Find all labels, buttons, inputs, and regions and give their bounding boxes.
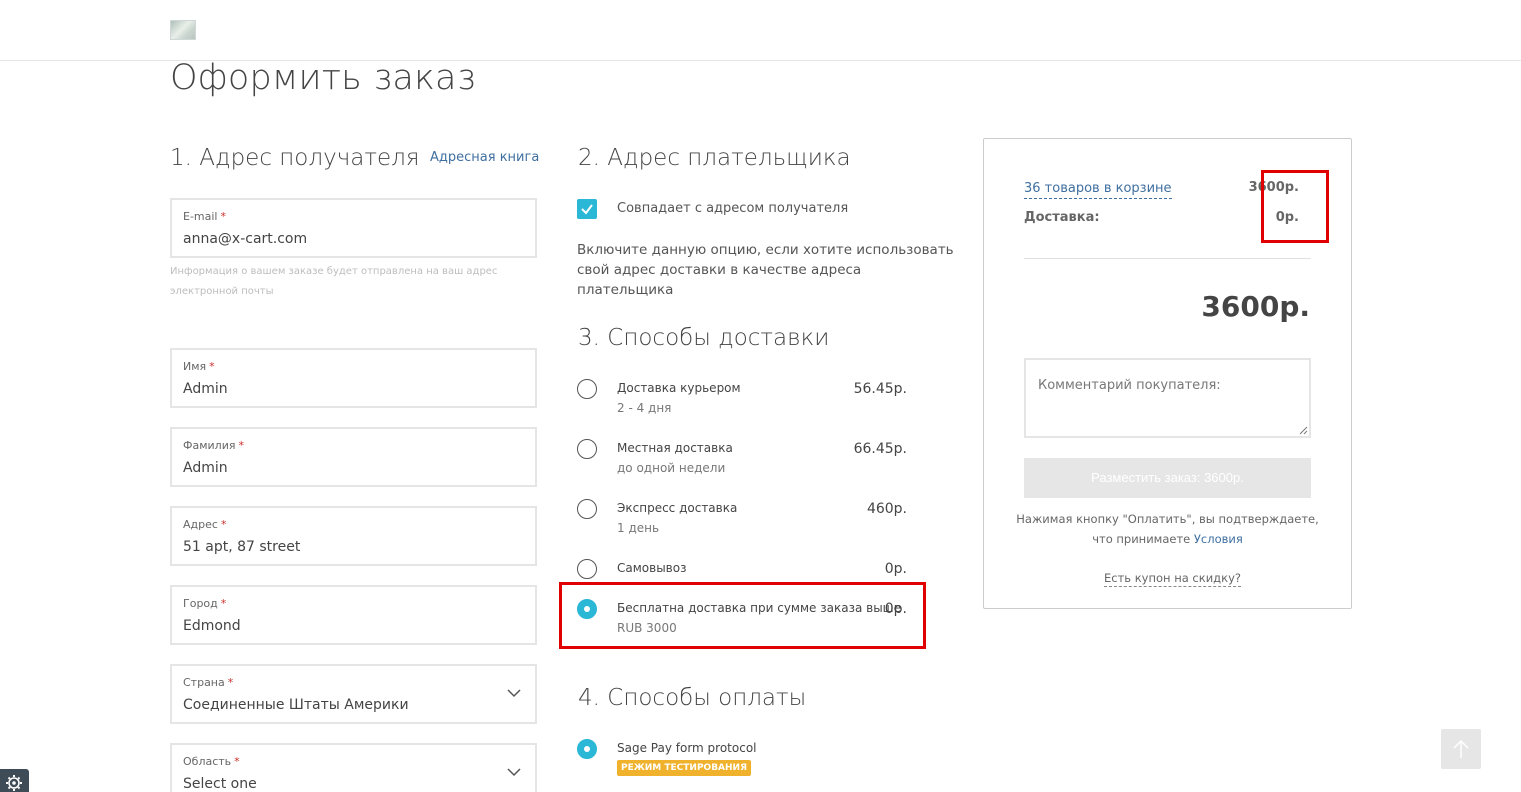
gear-icon [6, 775, 22, 791]
first-name-label: Имя [183, 360, 207, 373]
required-mark: * [234, 755, 240, 768]
shipping-section-title: 3. Способы доставки [578, 325, 830, 351]
first-name-field[interactable]: Имя * Admin [170, 348, 537, 408]
page-title: Оформить заказ [170, 58, 476, 98]
billing-description: Включите данную опцию, если хотите испол… [577, 242, 954, 298]
place-order-button[interactable]: Разместить заказ: 3600р. [1024, 458, 1311, 498]
state-value: Select one [183, 776, 257, 792]
shipping-method-eta: 2 - 4 дня [617, 401, 672, 415]
country-label: Страна [183, 676, 225, 689]
cart-items-link[interactable]: 36 товаров в корзине [1024, 180, 1172, 199]
shipping-radio-courier[interactable] [577, 379, 597, 399]
shipping-method-price: 0р. [884, 561, 907, 577]
shipping-radio-local[interactable] [577, 439, 597, 459]
city-field[interactable]: Город * Edmond [170, 585, 537, 645]
order-total: 3600р. [1201, 290, 1310, 323]
country-select[interactable]: Страна * Соединенные Штаты Америки [170, 664, 537, 724]
email-hint: Информация о вашем заказе будет отправле… [170, 266, 498, 297]
last-name-value: Admin [183, 460, 228, 476]
required-mark: * [220, 597, 227, 610]
same-address-label[interactable]: Совпадает с адресом получателя [617, 201, 848, 216]
highlight-box-totals [1261, 170, 1329, 243]
shipping-method-price: 460р. [866, 501, 907, 517]
comment-placeholder: Комментарий покупателя: [1038, 378, 1221, 393]
first-name-value: Admin [183, 381, 228, 397]
address-label: Адрес [183, 518, 218, 531]
arrow-up-icon [1453, 739, 1469, 758]
coupon-link[interactable]: Есть купон на скидку? [1104, 571, 1241, 587]
shipping-method-eta: 1 день [617, 521, 660, 535]
customer-comment-textarea[interactable]: Комментарий покупателя: [1024, 358, 1311, 438]
scroll-to-top-button[interactable] [1441, 729, 1481, 769]
email-field[interactable]: E-mail * anna@x-cart.com [170, 198, 537, 258]
email-label: E-mail [183, 210, 218, 223]
settings-button[interactable] [0, 769, 29, 792]
shipping-method-name: Доставка курьером [617, 381, 741, 395]
payment-method-name: Sage Pay form protocol [617, 741, 757, 755]
terms-text: Нажимая кнопку "Оплатить", вы подтвержда… [1016, 512, 1319, 546]
shipping-method-name: Экспресс доставка [617, 501, 738, 515]
address-field[interactable]: Адрес * 51 apt, 87 street [170, 506, 537, 566]
shipping-method-price: 66.45р. [853, 441, 907, 457]
same-address-checkbox[interactable] [577, 199, 597, 219]
terms-notice: Нажимая кнопку "Оплатить", вы подтвержда… [1010, 509, 1325, 549]
required-mark: * [220, 210, 227, 223]
shipping-method-name: Местная доставка [617, 441, 733, 455]
test-mode-badge: РЕЖИМ ТЕСТИРОВАНИЯ [617, 760, 752, 776]
address-book-link[interactable]: Адресная книга [430, 150, 539, 165]
shipping-radio-pickup[interactable] [577, 559, 597, 579]
terms-link[interactable]: Условия [1194, 532, 1243, 546]
required-mark: * [220, 518, 227, 531]
last-name-field[interactable]: Фамилия * Admin [170, 427, 537, 487]
resize-grip-icon[interactable] [1298, 425, 1308, 435]
shipping-radio-express[interactable] [577, 499, 597, 519]
recipient-section-title: 1. Адрес получателя [170, 145, 420, 171]
chevron-down-icon [507, 689, 521, 698]
last-name-label: Фамилия [183, 439, 236, 452]
city-value: Edmond [183, 618, 241, 634]
required-mark: * [227, 676, 234, 689]
chevron-down-icon [507, 768, 521, 777]
country-value: Соединенные Штаты Америки [183, 697, 409, 713]
address-value: 51 apt, 87 street [183, 539, 301, 555]
store-logo[interactable] [170, 20, 196, 40]
state-label: Область [183, 755, 232, 768]
payment-section-title: 4. Способы оплаты [578, 685, 807, 711]
city-label: Город [183, 597, 218, 610]
required-mark: * [209, 360, 215, 373]
billing-section-title: 2. Адрес плательщика [578, 145, 851, 171]
state-select[interactable]: Область * Select one [170, 743, 537, 792]
shipping-method-eta: до одной недели [617, 461, 726, 475]
shipping-method-name: Самовывоз [617, 561, 687, 575]
top-bar [0, 0, 1521, 61]
highlight-box-free-shipping [559, 582, 926, 649]
email-value: anna@x-cart.com [183, 231, 308, 247]
payment-radio-sagepay[interactable] [577, 739, 597, 759]
check-icon [581, 204, 593, 215]
divider [1024, 258, 1311, 259]
shipping-method-price: 56.45р. [853, 381, 907, 397]
shipping-label: Доставка: [1024, 210, 1100, 225]
required-mark: * [238, 439, 244, 452]
